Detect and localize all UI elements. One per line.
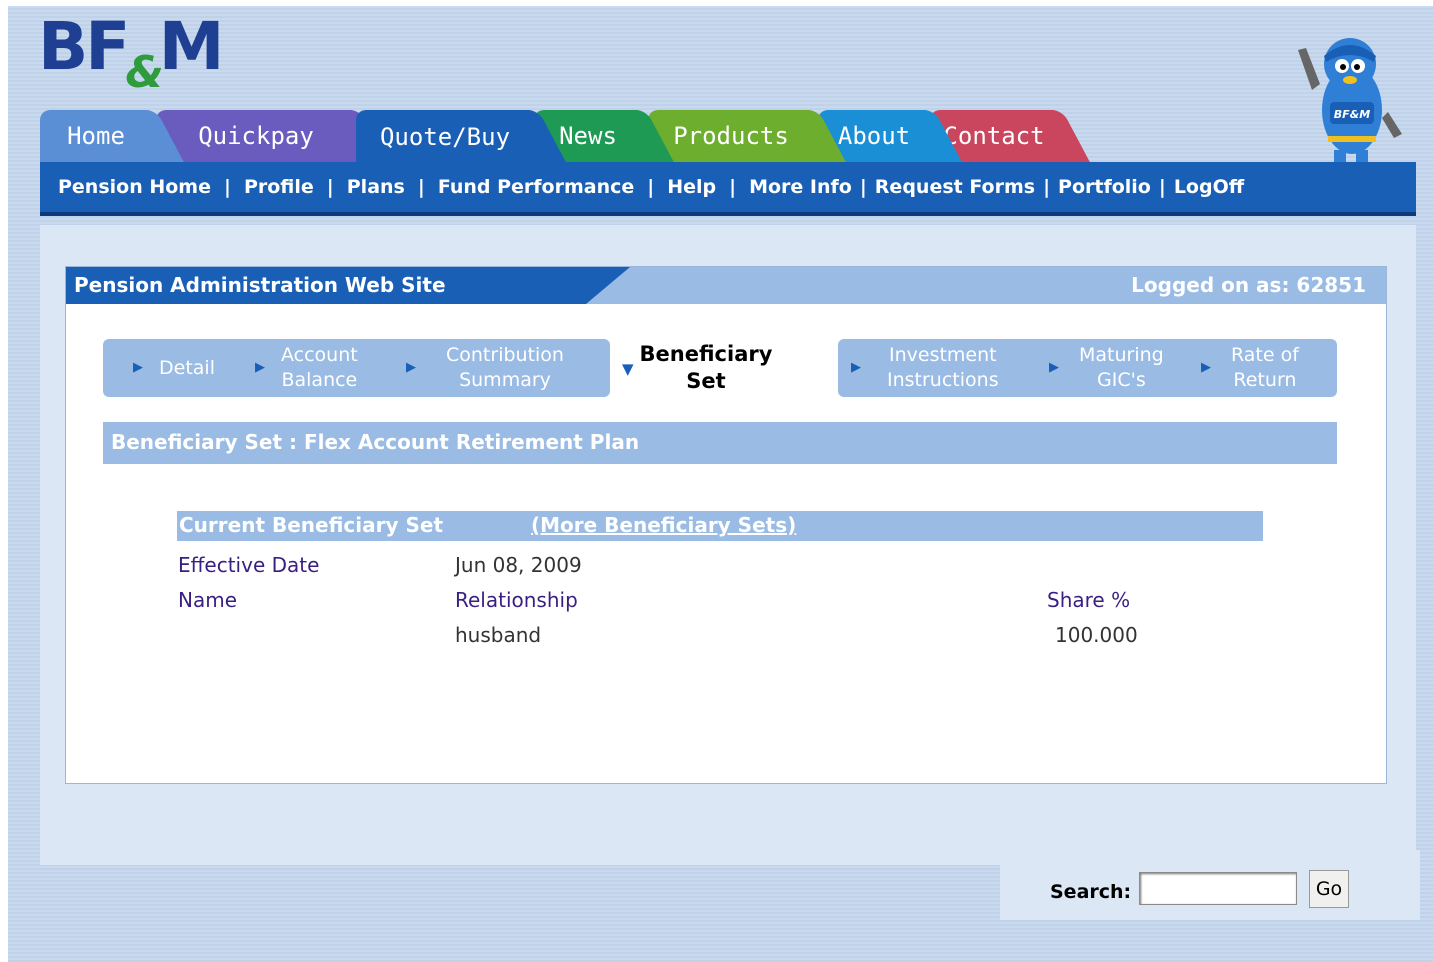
nav-portfolio[interactable]: Portfolio (1058, 176, 1151, 198)
logo-text-left: BF (38, 8, 130, 85)
name-column-header: Name (178, 588, 238, 612)
logo-ampersand: & (125, 47, 163, 98)
nav-pension-home[interactable]: Pension Home (58, 176, 211, 198)
logo-text-right: M (158, 8, 225, 85)
step-label: Investment Instructions (887, 344, 999, 391)
secondary-nav: Pension Home | Profile | Plans | Fund Pe… (40, 162, 1416, 216)
logged-on-status: Logged on as: 62851 (1131, 273, 1366, 297)
content-area: Pension Administration Web Site Logged o… (65, 266, 1387, 784)
nav-separator: | (1043, 176, 1051, 198)
nav-more-info[interactable]: More Info (749, 176, 852, 198)
nav-separator: | (729, 176, 737, 198)
mascot-badge: BF&M (1334, 108, 1370, 121)
step-arrow-down-icon: ▼ (622, 360, 634, 379)
step-contribution-summary[interactable]: ▶ Contribution Summary (406, 339, 564, 397)
step-arrow-icon: ▶ (255, 359, 265, 375)
step-beneficiary-set[interactable]: ▼ Beneficiary Set (622, 339, 772, 397)
search-label: Search: (1050, 881, 1132, 903)
step-account-balance[interactable]: ▶ Account Balance (255, 339, 358, 397)
effective-date-label: Effective Date (178, 553, 320, 577)
tab-home[interactable]: Home (40, 110, 152, 162)
step-arrow-icon: ▶ (1201, 359, 1211, 375)
nav-request-forms[interactable]: Request Forms (875, 176, 1035, 198)
step-detail[interactable]: ▶ Detail (133, 339, 215, 397)
beneficiary-relationship: husband (455, 623, 542, 647)
step-label: Beneficiary Set (639, 341, 773, 393)
nav-help[interactable]: Help (667, 176, 716, 198)
nav-separator: | (859, 176, 867, 198)
current-beneficiary-label: Current Beneficiary Set (179, 513, 444, 537)
nav-separator: | (326, 176, 334, 198)
beneficiary-share: 100.000 (1055, 623, 1138, 647)
step-label: Account Balance (281, 344, 358, 391)
step-label: Maturing GIC's (1079, 344, 1164, 391)
page-title: Pension Administration Web Site (74, 273, 446, 297)
tab-quickpay[interactable]: Quickpay (156, 110, 356, 162)
more-beneficiary-sets-link[interactable]: (More Beneficiary Sets) (531, 513, 796, 537)
step-rate-of-return[interactable]: ▶ Rate of Return (1201, 339, 1299, 397)
go-button[interactable]: Go (1309, 870, 1349, 908)
step-arrow-icon: ▶ (1049, 359, 1059, 375)
nav-separator: | (647, 176, 655, 198)
step-arrow-icon: ▶ (406, 359, 416, 375)
main-tabs: Home Quickpay Quote/Buy News Products Ab… (40, 110, 1140, 164)
nav-logoff[interactable]: LogOff (1174, 176, 1244, 198)
nav-separator: | (224, 176, 231, 198)
search-input[interactable] (1139, 872, 1297, 905)
step-arrow-icon: ▶ (133, 359, 143, 375)
nav-profile[interactable]: Profile (244, 176, 314, 198)
step-investment-instructions[interactable]: ▶ Investment Instructions (851, 339, 999, 397)
step-arrow-icon: ▶ (851, 359, 861, 375)
step-label: Contribution Summary (446, 344, 564, 391)
effective-date-value: Jun 08, 2009 (455, 553, 582, 577)
nav-separator: | (417, 176, 425, 198)
tab-quote-buy[interactable]: Quote/Buy (356, 110, 534, 164)
nav-plans[interactable]: Plans (347, 176, 405, 198)
nav-separator: | (1158, 176, 1166, 198)
step-navigation: ▶ Detail ▶ Account Balance ▶ Contribution… (103, 339, 1337, 397)
share-column-header: Share % (1047, 588, 1131, 612)
relationship-column-header: Relationship (455, 588, 578, 612)
current-beneficiary-bar: Current Beneficiary Set (More Beneficiar… (177, 511, 1263, 541)
bfm-logo[interactable]: BF&M (38, 14, 224, 95)
step-maturing-gics[interactable]: ▶ Maturing GIC's (1049, 339, 1164, 397)
title-bar: Pension Administration Web Site Logged o… (66, 267, 1386, 304)
nav-fund-performance[interactable]: Fund Performance (438, 176, 634, 198)
tab-products[interactable]: Products (648, 110, 814, 162)
step-label: Rate of Return (1231, 344, 1299, 391)
section-title: Beneficiary Set : Flex Account Retiremen… (103, 422, 1337, 464)
